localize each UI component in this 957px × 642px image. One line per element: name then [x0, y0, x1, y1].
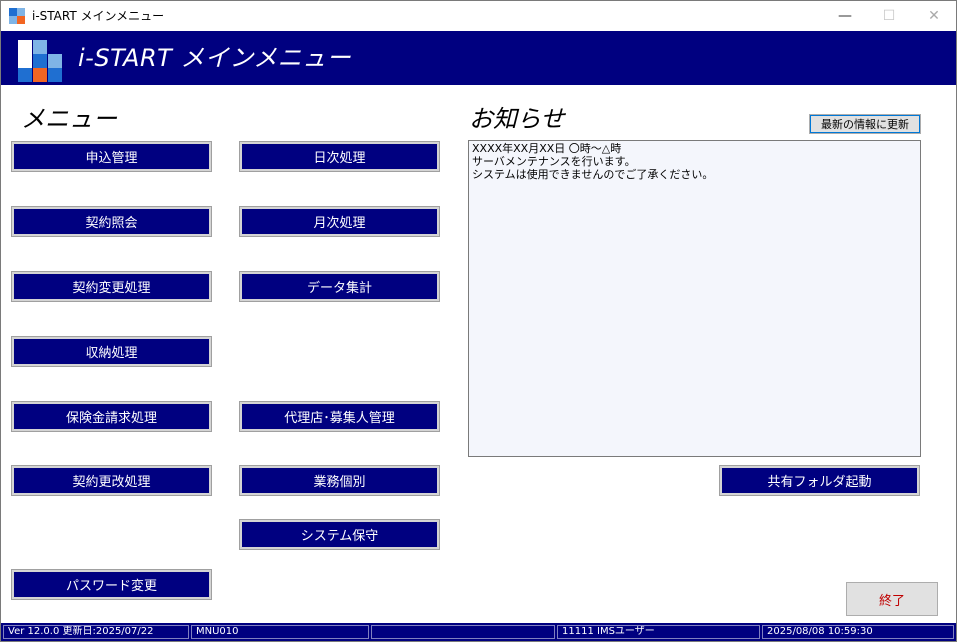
- main-window: i-START メインメニュー — ☐ ✕ i-START メインメニュー メニ…: [0, 0, 957, 642]
- status-blank: [371, 625, 555, 639]
- password-change-button[interactable]: パスワード変更: [11, 569, 212, 600]
- contract-change-button[interactable]: 契約変更処理: [11, 271, 212, 302]
- news-section-title: お知らせ: [469, 105, 565, 133]
- maximize-button[interactable]: ☐: [866, 1, 912, 31]
- header-title: i-START メインメニュー: [78, 44, 352, 72]
- contract-renewal-button[interactable]: 契約更改処理: [11, 465, 212, 496]
- news-line: システムは使用できませんのでご了承ください。: [472, 168, 714, 181]
- status-version: Ver 12.0.0 更新日:2025/07/22: [3, 625, 189, 639]
- business-individual-button[interactable]: 業務個別: [239, 465, 440, 496]
- status-bar: Ver 12.0.0 更新日:2025/07/22 MNU010 11111 I…: [1, 623, 956, 641]
- close-button[interactable]: ✕: [911, 1, 956, 31]
- menu-section-title: メニュー: [21, 105, 117, 133]
- app-icon: [9, 8, 25, 24]
- app-logo: [18, 40, 62, 82]
- news-line: サーバメンテナンスを行います。: [472, 155, 636, 168]
- system-maintenance-button[interactable]: システム保守: [239, 519, 440, 550]
- header-banner: i-START メインメニュー: [1, 31, 956, 85]
- exit-button[interactable]: 終了: [846, 582, 938, 616]
- minimize-button[interactable]: —: [822, 1, 868, 31]
- title-bar[interactable]: i-START メインメニュー — ☐ ✕: [1, 1, 956, 31]
- contract-inquiry-button[interactable]: 契約照会: [11, 206, 212, 237]
- refresh-news-button[interactable]: 最新の情報に更新: [809, 114, 921, 134]
- open-shared-folder-button[interactable]: 共有フォルダ起動: [719, 465, 920, 496]
- news-line: XXXX年XX月XX日 〇時～△時: [472, 142, 622, 155]
- agency-management-button[interactable]: 代理店･募集人管理: [239, 401, 440, 432]
- application-management-button[interactable]: 申込管理: [11, 141, 212, 172]
- monthly-processing-button[interactable]: 月次処理: [239, 206, 440, 237]
- news-textbox[interactable]: XXXX年XX月XX日 〇時～△時 サーバメンテナンスを行います。 システムは使…: [468, 140, 921, 457]
- status-user: 11111 IMSユーザー: [557, 625, 760, 639]
- status-screen-id: MNU010: [191, 625, 369, 639]
- data-aggregation-button[interactable]: データ集計: [239, 271, 440, 302]
- daily-processing-button[interactable]: 日次処理: [239, 141, 440, 172]
- claim-processing-button[interactable]: 保険金請求処理: [11, 401, 212, 432]
- status-datetime: 2025/08/08 10:59:30: [762, 625, 954, 639]
- window-title: i-START メインメニュー: [32, 9, 165, 23]
- premium-collection-button[interactable]: 収納処理: [11, 336, 212, 367]
